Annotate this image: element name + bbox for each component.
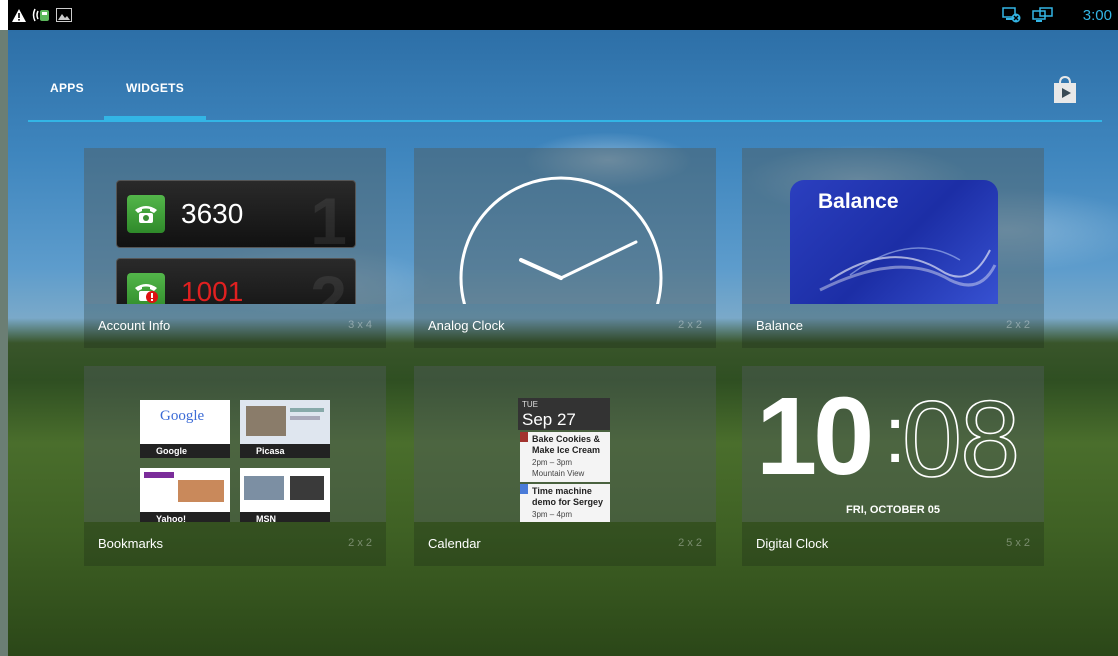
widget-size: 2 x 2 <box>348 537 372 549</box>
bookmark-msn: MSN <box>240 468 330 522</box>
clock-minutes: 08 <box>901 378 1021 499</box>
row-index: 2 <box>310 262 347 304</box>
widget-name: Bookmarks <box>98 536 164 551</box>
bookmark-google: Google Google <box>140 400 230 458</box>
widget-preview <box>414 148 716 304</box>
account-row: 1001 2 <box>116 258 356 304</box>
status-bar: 3:00 <box>8 0 1118 30</box>
screen: 3:00 APPS WIDGETS 3630 1 1001 2 Account … <box>0 0 1118 656</box>
widget-name: Analog Clock <box>428 318 505 333</box>
event-time: 3pm – 4pm <box>532 510 573 519</box>
widget-label-bar: Analog Clock 2 x 2 <box>414 304 716 348</box>
bookmark-label: MSN <box>240 512 330 522</box>
widget-size: 2 x 2 <box>678 537 702 549</box>
tab-widgets[interactable]: WIDGETS <box>126 81 184 95</box>
event-place: Mountain View <box>532 469 585 478</box>
google-logo: Google <box>160 408 205 424</box>
calendar-date: Sep 27 <box>522 410 576 429</box>
widget-preview: 3630 1 1001 2 <box>84 148 386 304</box>
status-time: 3:00 <box>1082 7 1112 24</box>
phone-icon <box>127 195 165 233</box>
bookmark-picasa: Picasa <box>240 400 330 458</box>
top-gap <box>0 0 8 30</box>
account-number: 1001 <box>181 276 244 304</box>
calendar-event: Time machine demo for Sergey 3pm – 4pm <box>520 484 610 522</box>
widget-size: 3 x 4 <box>348 319 372 331</box>
tab-divider <box>28 120 1102 122</box>
phone-alert-icon <box>127 273 165 304</box>
widget-label-bar: Digital Clock 5 x 2 <box>742 522 1044 566</box>
account-number: 3630 <box>181 198 244 229</box>
widget-preview: Balance <box>742 148 1044 304</box>
widget-name: Digital Clock <box>756 536 829 551</box>
widget-preview: Google Google Picasa Yahoo! MSN <box>84 366 386 522</box>
bookmark-label: Google <box>140 444 230 458</box>
gallery-icon <box>56 8 72 22</box>
widget-label-bar: Bookmarks 2 x 2 <box>84 522 386 566</box>
widget-preview: 10 : 08 FRI, OCTOBER 05 <box>742 366 1044 522</box>
no-connection-icon <box>1002 7 1022 23</box>
balance-title: Balance <box>818 190 899 213</box>
calendar-day: TUE <box>522 400 538 409</box>
widget-name: Balance <box>756 318 803 333</box>
event-time: 2pm – 3pm <box>532 458 573 467</box>
event-title: Bake Cookies & Make Ice Cream <box>532 434 601 455</box>
warning-icon <box>12 8 26 22</box>
balance-card: Balance <box>790 180 998 304</box>
widget-label-bar: Account Info 3 x 4 <box>84 304 386 348</box>
clock-hours: 10 <box>756 375 874 498</box>
clock-date: FRI, OCTOBER 05 <box>846 504 940 516</box>
calendar-header: TUE Sep 27 <box>518 398 610 430</box>
widget-name: Account Info <box>98 318 171 333</box>
computer-icon <box>1032 7 1054 22</box>
bookmark-yahoo: Yahoo! <box>140 468 230 522</box>
widget-size: 2 x 2 <box>1006 319 1030 331</box>
widget-size: 2 x 2 <box>678 319 702 331</box>
calendar-event: Bake Cookies & Make Ice Cream 2pm – 3pm … <box>520 432 610 482</box>
widget-label-bar: Calendar 2 x 2 <box>414 522 716 566</box>
calendar-preview: TUE Sep 27 Bake Cookies & Make Ice Cream… <box>518 398 610 522</box>
widget-name: Calendar <box>428 536 481 551</box>
left-edge <box>0 30 8 656</box>
event-title: Time machine demo for Sergey <box>532 486 604 507</box>
bookmark-label: Picasa <box>240 444 330 458</box>
account-row: 3630 1 <box>116 180 356 258</box>
widget-size: 5 x 2 <box>1006 537 1030 549</box>
phone-signal-icon <box>32 8 50 22</box>
bookmark-label: Yahoo! <box>140 512 230 522</box>
tab-apps[interactable]: APPS <box>50 81 84 95</box>
play-store-icon[interactable] <box>1050 75 1080 105</box>
widget-label-bar: Balance 2 x 2 <box>742 304 1044 348</box>
row-index: 1 <box>310 184 347 258</box>
widget-preview: TUE Sep 27 Bake Cookies & Make Ice Cream… <box>414 366 716 522</box>
analog-clock-face-icon <box>459 176 663 304</box>
